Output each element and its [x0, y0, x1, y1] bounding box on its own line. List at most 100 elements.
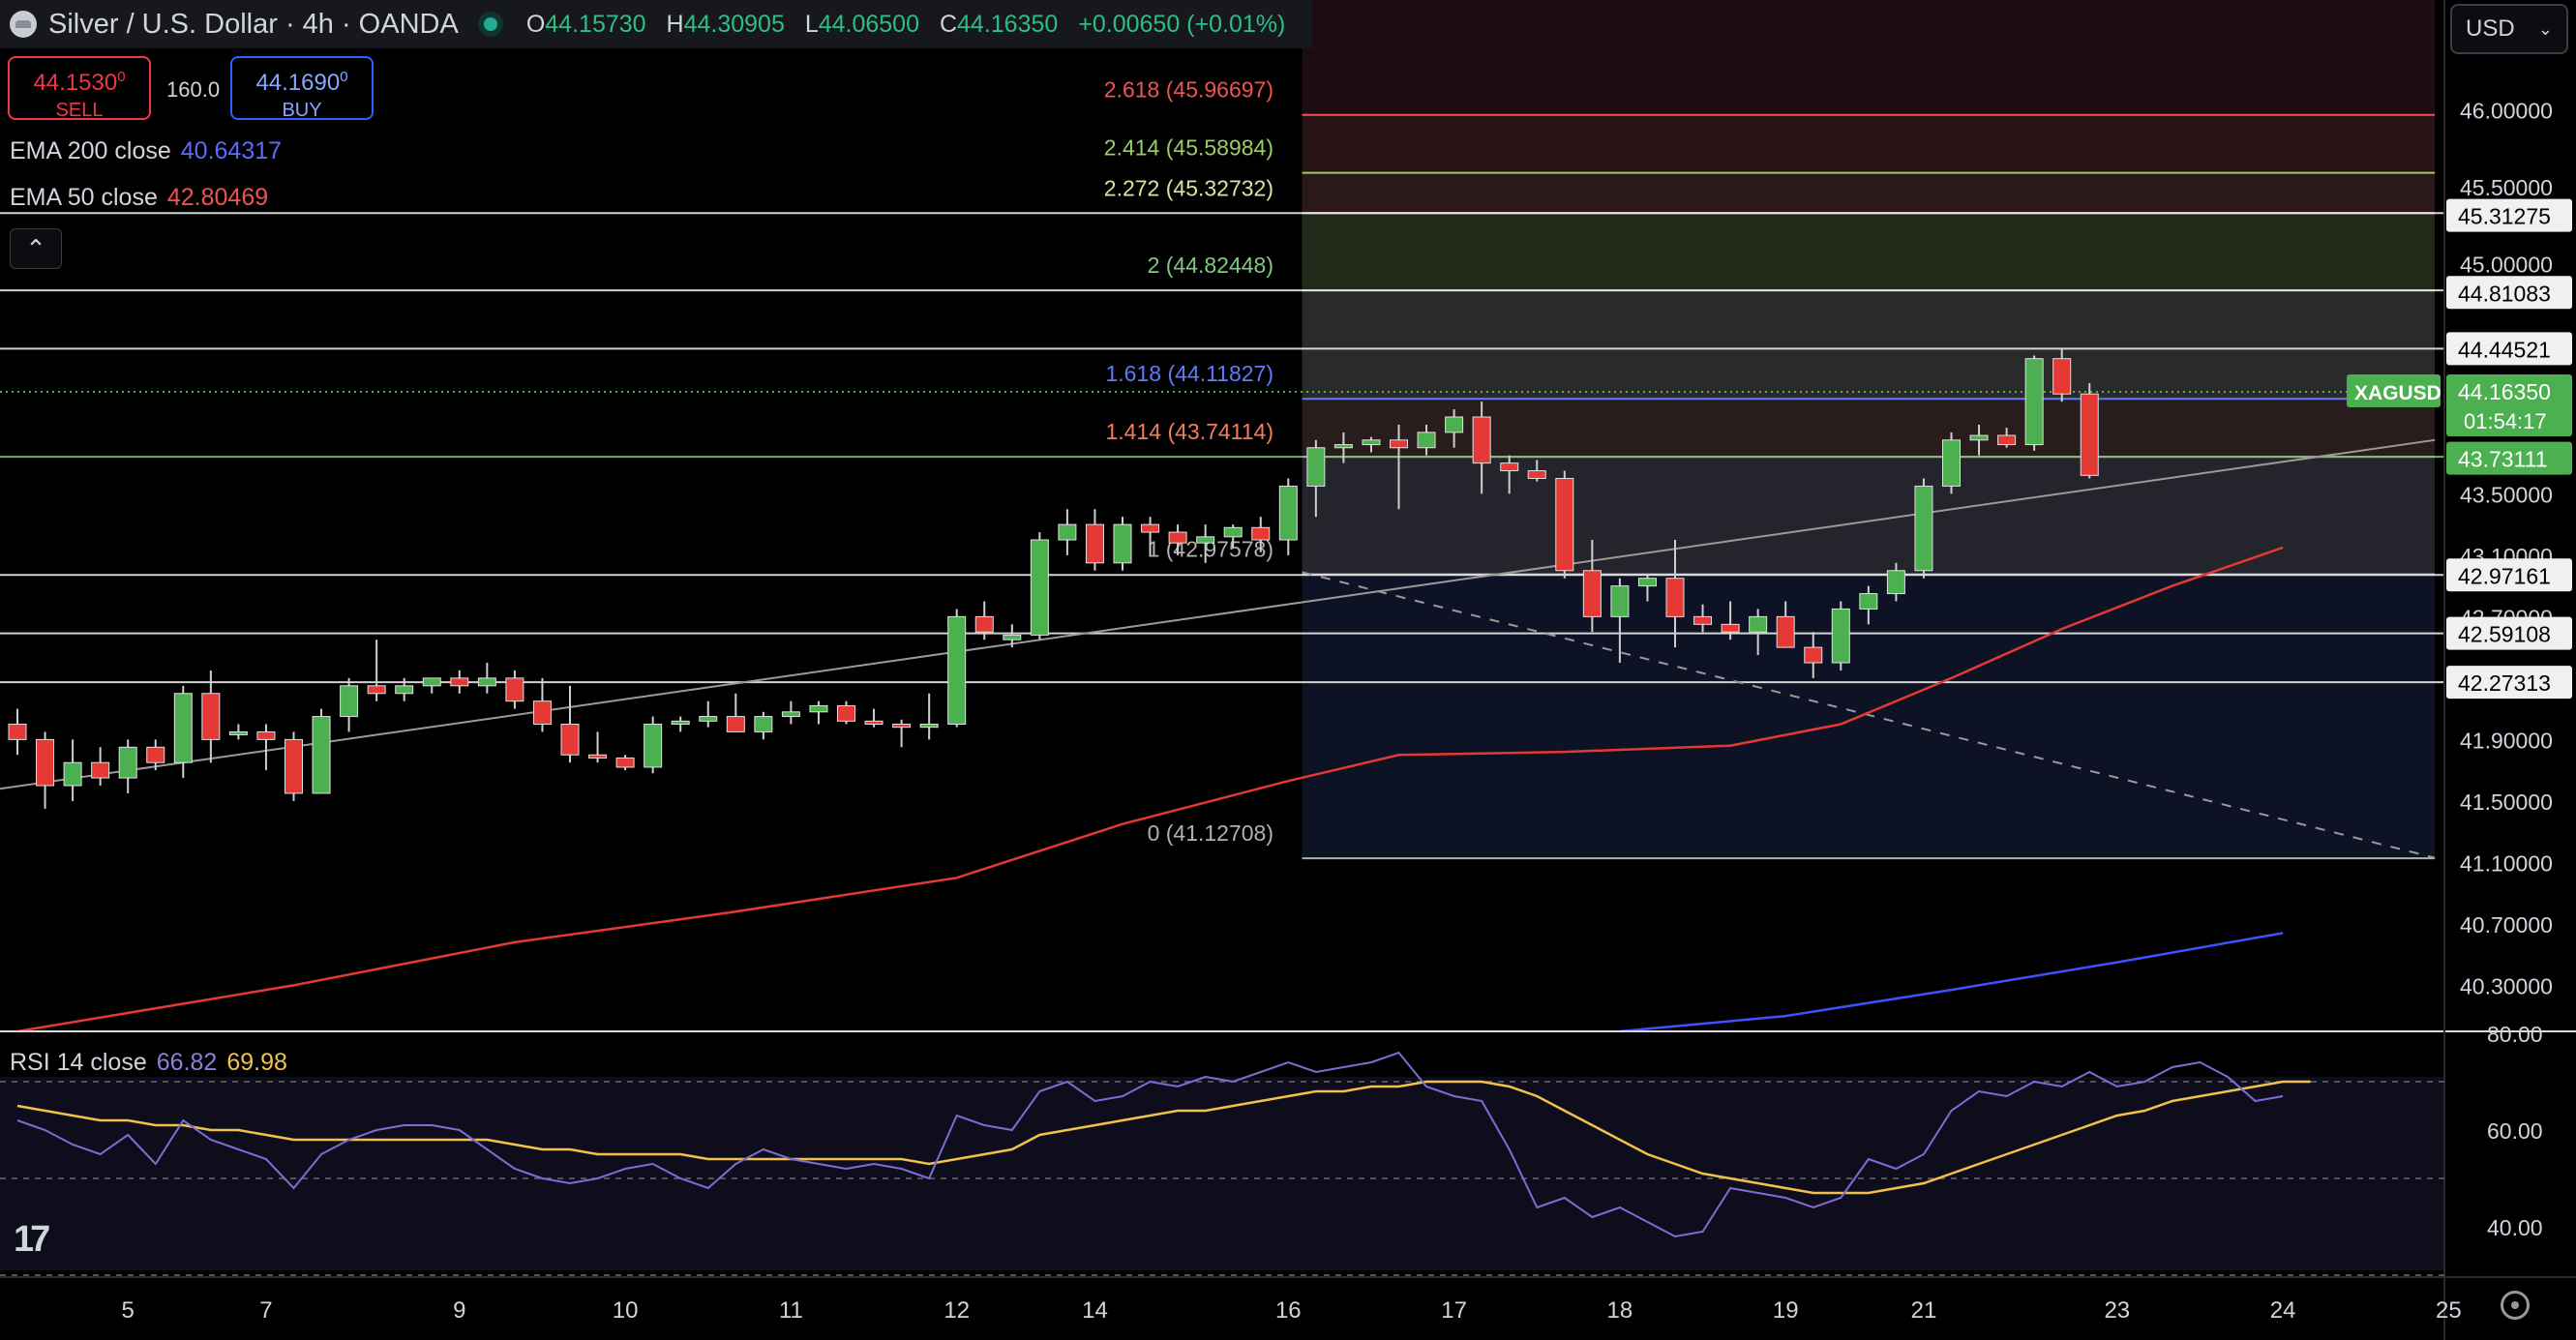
candle-down[interactable]	[1555, 478, 1574, 572]
candle-down[interactable]	[1251, 526, 1271, 541]
candle-up[interactable]	[809, 704, 828, 713]
ema50-legend[interactable]: EMA 50 close 42.80469	[10, 184, 268, 212]
time-tick-label: 24	[2270, 1297, 2296, 1324]
candle-up[interactable]	[1969, 434, 1989, 441]
candle-up[interactable]	[1942, 439, 1961, 487]
candle-up[interactable]	[1445, 416, 1464, 433]
candle-down[interactable]	[726, 716, 745, 732]
candle-up[interactable]	[1113, 523, 1132, 564]
candle-up[interactable]	[1003, 634, 1022, 640]
candle-up[interactable]	[1749, 615, 1768, 633]
change-value: +0.00650 (+0.01%)	[1078, 10, 1286, 38]
candle-up[interactable]	[1196, 536, 1215, 544]
tradingview-logo-icon[interactable]: 17	[14, 1219, 50, 1261]
candle-down[interactable]	[36, 738, 55, 787]
rsi-legend[interactable]: RSI 14 close 66.82 69.98	[10, 1049, 287, 1077]
candle-down[interactable]	[1804, 646, 1823, 664]
candle-down[interactable]	[8, 724, 27, 740]
candle-up[interactable]	[947, 615, 967, 725]
candle-up[interactable]	[1333, 444, 1353, 449]
candle-down[interactable]	[1390, 439, 1408, 449]
candle-down[interactable]	[1721, 623, 1740, 633]
sell-label: SELL	[55, 100, 104, 121]
candle-up[interactable]	[312, 716, 331, 794]
candle-down[interactable]	[91, 761, 110, 779]
price-tag-label: 45.31275	[2458, 204, 2551, 229]
candle-down[interactable]	[1141, 523, 1160, 533]
candle-up[interactable]	[1859, 593, 1878, 610]
rsi-ma-value: 69.98	[226, 1049, 287, 1076]
collapse-legend-button[interactable]: ⌃	[10, 228, 62, 269]
candle-up[interactable]	[781, 711, 800, 718]
candle-down[interactable]	[367, 685, 386, 695]
candle-up[interactable]	[1417, 432, 1436, 449]
candle-down[interactable]	[256, 730, 276, 740]
sell-button[interactable]: 44.15300 SELL	[8, 56, 151, 121]
symbol-header[interactable]: Silver / U.S. Dollar · 4h · OANDA O44.15…	[0, 0, 1313, 48]
sell-price: 44.1530	[33, 70, 118, 96]
gear-icon[interactable]	[2501, 1291, 2530, 1320]
candle-up[interactable]	[1223, 526, 1243, 538]
candle-down[interactable]	[2052, 358, 2072, 395]
candle-down[interactable]	[1997, 434, 2017, 446]
time-tick-label: 25	[2436, 1297, 2462, 1324]
time-tick-label: 12	[944, 1297, 970, 1324]
candle-up[interactable]	[919, 724, 939, 729]
ema200-legend[interactable]: EMA 200 close 40.64317	[10, 137, 282, 165]
candle-down[interactable]	[1776, 615, 1795, 648]
candle-up[interactable]	[1058, 523, 1077, 541]
candle-down[interactable]	[837, 704, 855, 722]
candle-down[interactable]	[1472, 416, 1491, 464]
candle-up[interactable]	[1886, 570, 1905, 595]
candle-up[interactable]	[1831, 608, 1850, 664]
buy-button[interactable]: 44.16900 BUY	[230, 56, 374, 121]
candle-up[interactable]	[477, 677, 496, 687]
ohlc-values: O44.15730 H44.30905 L44.06500 C44.16350 …	[525, 10, 1286, 38]
open-value: 44.15730	[545, 10, 646, 38]
candle-down[interactable]	[560, 724, 580, 756]
candle-up[interactable]	[754, 716, 773, 732]
candle-down[interactable]	[532, 700, 552, 725]
candle-up[interactable]	[422, 677, 441, 687]
candle-down[interactable]	[974, 615, 994, 633]
candle-up[interactable]	[671, 720, 690, 726]
price-tick-label: 43.50000	[2460, 482, 2553, 507]
candle-down[interactable]	[1582, 570, 1602, 617]
candle-down[interactable]	[285, 738, 303, 794]
candle-down[interactable]	[1693, 615, 1713, 625]
candle-up[interactable]	[63, 761, 82, 787]
currency-select[interactable]: USD ⌄	[2450, 4, 2568, 54]
candle-up[interactable]	[1030, 539, 1049, 636]
candle-down[interactable]	[2080, 393, 2099, 476]
candle-down[interactable]	[1665, 578, 1685, 617]
candle-up[interactable]	[699, 716, 718, 722]
candle-up[interactable]	[228, 730, 248, 735]
candle-down[interactable]	[615, 757, 635, 768]
chart-canvas[interactable]: 2.618 (45.96697) 2.414 (45.58984) 2.272 (4…	[0, 0, 2576, 1340]
candle-down[interactable]	[1500, 462, 1519, 472]
candle-down[interactable]	[450, 677, 469, 687]
candle-down[interactable]	[864, 720, 884, 726]
candle-up[interactable]	[2024, 358, 2044, 446]
candle-up[interactable]	[1637, 578, 1657, 587]
candle-down[interactable]	[588, 754, 608, 759]
candle-up[interactable]	[1306, 447, 1326, 487]
candle-up[interactable]	[173, 693, 193, 763]
candle-down[interactable]	[1527, 470, 1546, 479]
price-tick-label: 45.50000	[2460, 175, 2553, 200]
candle-up[interactable]	[340, 685, 359, 718]
candle-up[interactable]	[395, 685, 414, 695]
candle-up[interactable]	[1362, 439, 1381, 446]
candle-down[interactable]	[1168, 531, 1187, 544]
candle-up[interactable]	[1278, 485, 1298, 541]
candle-up[interactable]	[118, 746, 137, 779]
candle-up[interactable]	[644, 724, 663, 768]
candle-down[interactable]	[201, 693, 221, 740]
candle-down[interactable]	[146, 746, 165, 763]
candle-down[interactable]	[892, 724, 912, 729]
candle-down[interactable]	[1085, 523, 1104, 564]
symbol-title[interactable]: Silver / U.S. Dollar · 4h · OANDA	[48, 9, 459, 41]
candle-down[interactable]	[505, 677, 524, 702]
candle-up[interactable]	[1610, 585, 1630, 617]
candle-up[interactable]	[1914, 485, 1933, 572]
